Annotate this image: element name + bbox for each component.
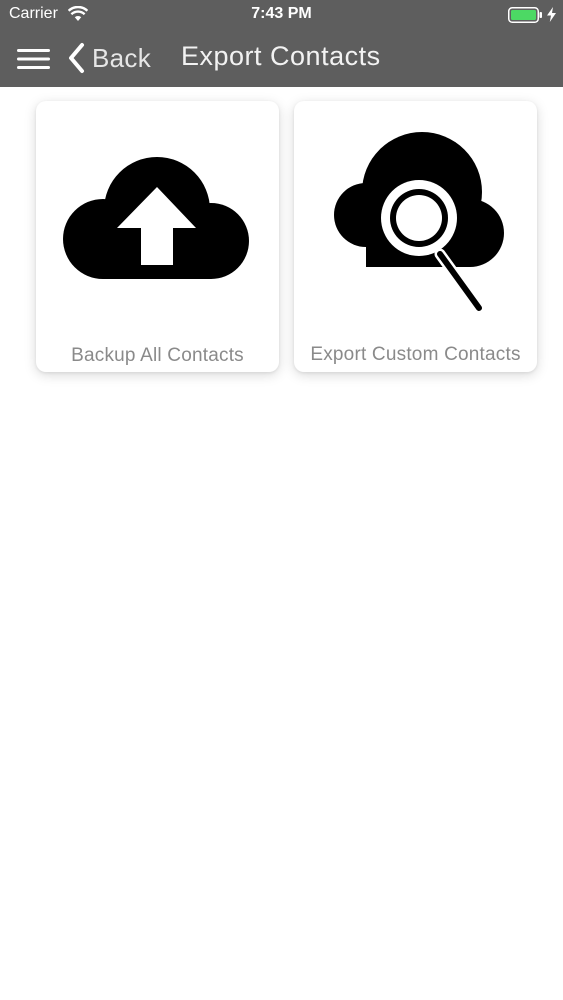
status-time: 7:43 PM bbox=[251, 5, 312, 22]
cloud-upload-icon bbox=[63, 157, 249, 279]
charging-bolt-icon bbox=[547, 7, 556, 22]
backup-all-contacts-label: Backup All Contacts bbox=[71, 345, 244, 366]
back-button[interactable]: Back bbox=[66, 40, 151, 76]
backup-all-contacts-card[interactable]: Backup All Contacts bbox=[36, 101, 279, 372]
menu-icon[interactable] bbox=[17, 47, 50, 71]
export-custom-contacts-card[interactable]: Export Custom Contacts bbox=[294, 101, 537, 372]
page-title: Export Contacts bbox=[181, 41, 381, 71]
navigation-bar: Back Export Contacts bbox=[0, 30, 563, 87]
cloud-search-icon bbox=[334, 132, 504, 314]
chevron-left-icon bbox=[69, 43, 84, 73]
battery-icon bbox=[508, 7, 542, 23]
export-custom-contacts-label: Export Custom Contacts bbox=[310, 344, 521, 365]
back-label: Back bbox=[92, 42, 152, 73]
status-bar: Carrier 7:43 PM bbox=[0, 0, 563, 30]
